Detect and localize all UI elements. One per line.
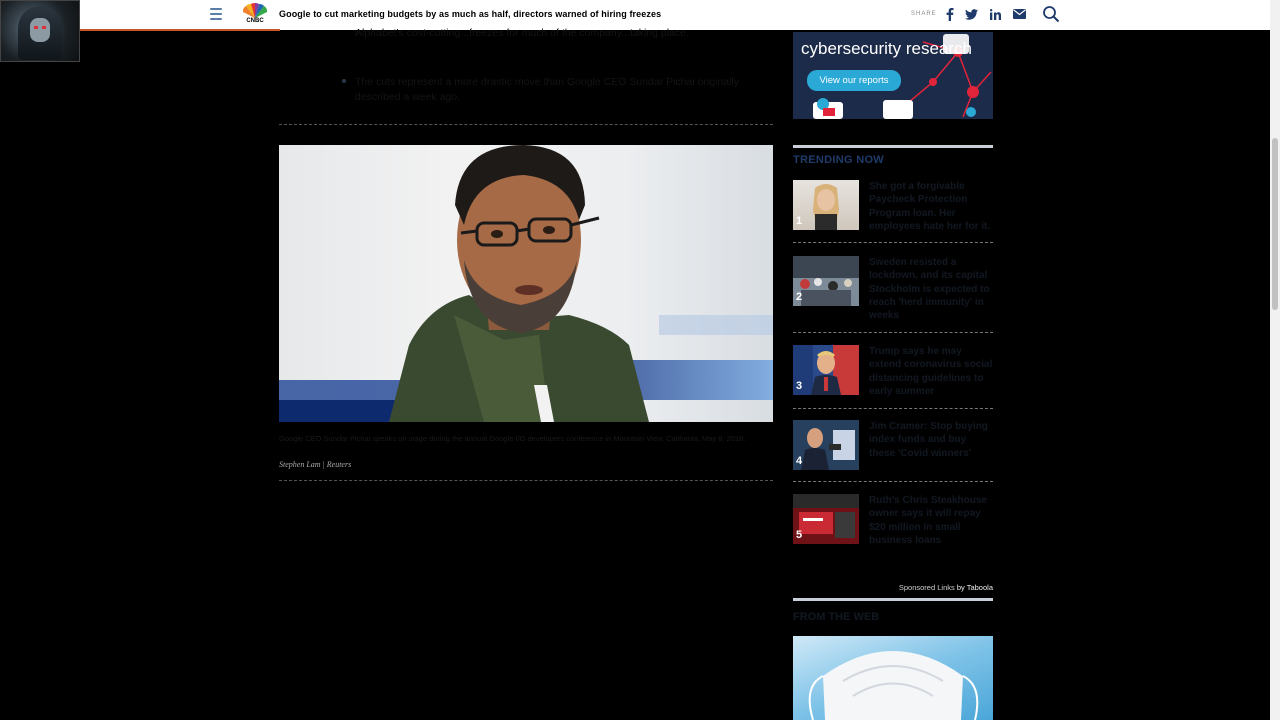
trending-divider: [793, 332, 993, 333]
key-point-2: The cuts represent a more drastic move t…: [355, 76, 740, 103]
article-photo: [279, 145, 773, 422]
from-web-rule: [793, 598, 993, 601]
header-accent-line: [80, 29, 280, 31]
trending-thumbnail[interactable]: 4: [793, 420, 859, 470]
view-reports-button[interactable]: View our reports: [807, 70, 901, 91]
photo-credit: Stephen Lam | Reuters: [279, 460, 352, 469]
key-point-1: Alphabet's cost-cutting...freezes for mu…: [355, 27, 689, 39]
photo-caption: Google CEO Sundar Pichai speaks on stage…: [279, 434, 746, 443]
from-the-web-title: FROM THE WEB: [793, 611, 880, 623]
trending-thumbnail[interactable]: 1: [793, 180, 859, 230]
cybersecurity-ad[interactable]: cybersecurity research View our reports: [793, 32, 993, 119]
trending-number: 1: [796, 215, 803, 227]
trending-thumbnail[interactable]: 2: [793, 256, 859, 306]
trending-headline[interactable]: She got a forgivable Paycheck Protection…: [869, 180, 993, 233]
trending-divider: [793, 408, 993, 409]
channel-avatar: [0, 0, 80, 62]
sponsored-links[interactable]: Sponsored Links by Taboola: [793, 583, 993, 592]
search-icon[interactable]: [1042, 5, 1060, 23]
bullet-dot-icon: [342, 79, 346, 83]
sponsored-label: Sponsored Links: [898, 583, 955, 592]
divider: [279, 124, 773, 125]
share-label: SHARE: [911, 11, 937, 17]
trending-thumbnail[interactable]: 5: [793, 494, 859, 544]
trending-divider: [793, 481, 993, 482]
trending-item[interactable]: 1 She got a forgivable Paycheck Protecti…: [793, 180, 993, 243]
trending-number: 3: [796, 380, 803, 392]
trending-rule: [793, 145, 993, 148]
trending-headline[interactable]: Ruth's Chris Steakhouse owner says it wi…: [869, 494, 993, 547]
trending-item[interactable]: 2 Sweden resisted a lockdown, and its ca…: [793, 256, 993, 333]
trending-divider: [793, 242, 993, 243]
page: CNBC Google to cut marketing budgets by …: [0, 0, 1280, 720]
trending-item[interactable]: 3 Trump says he may extend coronavirus s…: [793, 345, 993, 409]
trending-number: 5: [796, 529, 803, 541]
page-scrollbar[interactable]: [1270, 0, 1280, 720]
trending-number: 4: [796, 455, 803, 467]
ad-title: cybersecurity research: [801, 39, 973, 58]
linkedin-icon[interactable]: [988, 7, 1002, 21]
trending-headline[interactable]: Sweden resisted a lockdown, and its capi…: [869, 256, 993, 322]
divider: [279, 480, 773, 481]
logo-text: CNBC: [246, 18, 264, 24]
trending-headline[interactable]: Trump says he may extend coronavirus soc…: [869, 345, 993, 398]
trending-headline[interactable]: Jim Cramer: Stop buying index funds and …: [869, 420, 993, 460]
scrollbar-thumb[interactable]: [1272, 138, 1278, 310]
trending-item[interactable]: 4 Jim Cramer: Stop buying index funds an…: [793, 420, 993, 482]
trending-now-title: TRENDING NOW: [793, 154, 884, 166]
menu-icon[interactable]: [210, 8, 222, 20]
trending-thumbnail[interactable]: 3: [793, 345, 859, 395]
taboola-label[interactable]: by Taboola: [957, 583, 993, 592]
trending-item[interactable]: 5 Ruth's Chris Steakhouse owner says it …: [793, 494, 993, 550]
facebook-icon[interactable]: [943, 7, 957, 21]
email-icon[interactable]: [1012, 7, 1026, 21]
from-web-thumbnail[interactable]: [793, 636, 993, 720]
twitter-icon[interactable]: [964, 7, 978, 21]
trending-number: 2: [796, 291, 803, 303]
header-headline: Google to cut marketing budgets by as mu…: [279, 9, 662, 19]
